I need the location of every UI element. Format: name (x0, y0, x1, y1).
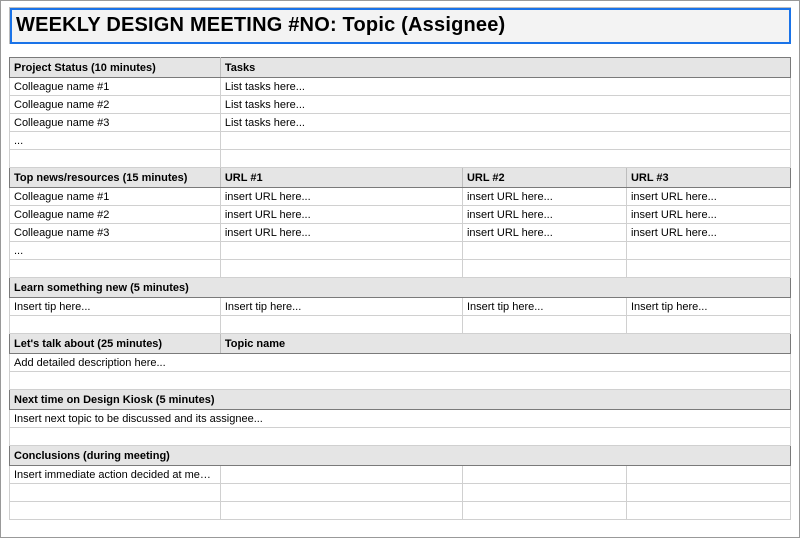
url3-header[interactable]: URL #3 (626, 168, 790, 188)
empty-cell[interactable] (10, 150, 221, 168)
conclusions-description-cell[interactable]: Insert immediate action decided at meeti… (10, 466, 221, 484)
talk-header[interactable]: Let's talk about (25 minutes) (10, 334, 221, 354)
empty-cell[interactable] (220, 150, 790, 168)
empty-cell[interactable] (462, 242, 626, 260)
tip-cell[interactable]: Insert tip here... (626, 298, 790, 316)
learn-header-row[interactable]: Learn something new (5 minutes) (10, 278, 791, 298)
tip-cell[interactable]: Insert tip here... (10, 298, 221, 316)
table-row[interactable] (10, 484, 791, 502)
url-cell[interactable]: insert URL here... (220, 206, 462, 224)
topic-name-header[interactable]: Topic name (220, 334, 790, 354)
empty-cell[interactable] (220, 132, 790, 150)
empty-cell[interactable] (220, 242, 462, 260)
table-row[interactable] (10, 372, 791, 390)
empty-cell[interactable] (220, 484, 462, 502)
empty-cell[interactable] (462, 316, 626, 334)
spacer (10, 44, 791, 58)
top-news-header-row[interactable]: Top news/resources (15 minutes) URL #1 U… (10, 168, 791, 188)
url-cell[interactable]: insert URL here... (462, 224, 626, 242)
empty-cell[interactable] (10, 428, 791, 446)
url2-header[interactable]: URL #2 (462, 168, 626, 188)
url-cell[interactable]: insert URL here... (626, 206, 790, 224)
ellipsis-cell[interactable]: ... (10, 242, 221, 260)
empty-cell[interactable] (220, 316, 462, 334)
meeting-table[interactable]: WEEKLY DESIGN MEETING #NO: Topic (Assign… (9, 7, 791, 520)
empty-cell[interactable] (626, 466, 790, 484)
colleague-name-cell[interactable]: Colleague name #3 (10, 224, 221, 242)
talk-header-row[interactable]: Let's talk about (25 minutes) Topic name (10, 334, 791, 354)
url-cell[interactable]: insert URL here... (462, 188, 626, 206)
tip-cell[interactable]: Insert tip here... (220, 298, 462, 316)
empty-cell[interactable] (10, 502, 221, 520)
empty-cell[interactable] (220, 260, 462, 278)
table-row[interactable]: Colleague name #1 List tasks here... (10, 78, 791, 96)
colleague-name-cell[interactable]: Colleague name #3 (10, 114, 221, 132)
empty-cell[interactable] (10, 484, 221, 502)
table-row[interactable]: Add detailed description here... (10, 354, 791, 372)
url-cell[interactable]: insert URL here... (462, 206, 626, 224)
next-time-header-row[interactable]: Next time on Design Kiosk (5 minutes) (10, 390, 791, 410)
conclusions-header[interactable]: Conclusions (during meeting) (10, 446, 791, 466)
conclusions-header-row[interactable]: Conclusions (during meeting) (10, 446, 791, 466)
colleague-name-cell[interactable]: Colleague name #1 (10, 78, 221, 96)
colleague-name-cell[interactable]: Colleague name #2 (10, 96, 221, 114)
table-row[interactable] (10, 316, 791, 334)
empty-cell[interactable] (626, 260, 790, 278)
empty-cell[interactable] (10, 316, 221, 334)
learn-header[interactable]: Learn something new (5 minutes) (10, 278, 791, 298)
table-row[interactable]: Insert tip here... Insert tip here... In… (10, 298, 791, 316)
table-row[interactable]: Colleague name #2 List tasks here... (10, 96, 791, 114)
table-row[interactable]: Colleague name #1 insert URL here... ins… (10, 188, 791, 206)
table-row[interactable] (10, 260, 791, 278)
table-row[interactable] (10, 150, 791, 168)
next-time-header[interactable]: Next time on Design Kiosk (5 minutes) (10, 390, 791, 410)
table-row[interactable]: Colleague name #3 insert URL here... ins… (10, 224, 791, 242)
empty-cell[interactable] (220, 502, 462, 520)
empty-cell[interactable] (626, 502, 790, 520)
top-news-header[interactable]: Top news/resources (15 minutes) (10, 168, 221, 188)
table-row[interactable]: ... (10, 132, 791, 150)
ellipsis-cell[interactable]: ... (10, 132, 221, 150)
empty-cell[interactable] (462, 260, 626, 278)
tip-cell[interactable]: Insert tip here... (462, 298, 626, 316)
project-status-header-row[interactable]: Project Status (10 minutes) Tasks (10, 58, 791, 78)
document-title[interactable]: WEEKLY DESIGN MEETING #NO: Topic (Assign… (10, 8, 791, 44)
tasks-cell[interactable]: List tasks here... (220, 114, 790, 132)
table-row[interactable]: Insert immediate action decided at meeti… (10, 466, 791, 484)
spreadsheet-template: WEEKLY DESIGN MEETING #NO: Topic (Assign… (0, 0, 800, 538)
talk-description-cell[interactable]: Add detailed description here... (10, 354, 791, 372)
colleague-name-cell[interactable]: Colleague name #1 (10, 188, 221, 206)
table-row[interactable]: Colleague name #3 List tasks here... (10, 114, 791, 132)
title-row[interactable]: WEEKLY DESIGN MEETING #NO: Topic (Assign… (10, 8, 791, 44)
tasks-cell[interactable]: List tasks here... (220, 96, 790, 114)
colleague-name-cell[interactable]: Colleague name #2 (10, 206, 221, 224)
empty-cell[interactable] (10, 372, 791, 390)
table-row[interactable]: Colleague name #2 insert URL here... ins… (10, 206, 791, 224)
empty-cell[interactable] (626, 316, 790, 334)
table-row[interactable] (10, 502, 791, 520)
url1-header[interactable]: URL #1 (220, 168, 462, 188)
project-status-header[interactable]: Project Status (10 minutes) (10, 58, 221, 78)
url-cell[interactable]: insert URL here... (626, 224, 790, 242)
empty-cell[interactable] (462, 466, 626, 484)
next-time-description-cell[interactable]: Insert next topic to be discussed and it… (10, 410, 791, 428)
empty-cell[interactable] (10, 260, 221, 278)
url-cell[interactable]: insert URL here... (220, 224, 462, 242)
tasks-cell[interactable]: List tasks here... (220, 78, 790, 96)
table-row[interactable]: Insert next topic to be discussed and it… (10, 410, 791, 428)
url-cell[interactable]: insert URL here... (220, 188, 462, 206)
empty-cell[interactable] (626, 484, 790, 502)
url-cell[interactable]: insert URL here... (626, 188, 790, 206)
tasks-header[interactable]: Tasks (220, 58, 790, 78)
empty-cell[interactable] (462, 502, 626, 520)
empty-cell[interactable] (220, 466, 462, 484)
table-row[interactable]: ... (10, 242, 791, 260)
table-row[interactable] (10, 428, 791, 446)
empty-cell[interactable] (626, 242, 790, 260)
empty-cell[interactable] (462, 484, 626, 502)
